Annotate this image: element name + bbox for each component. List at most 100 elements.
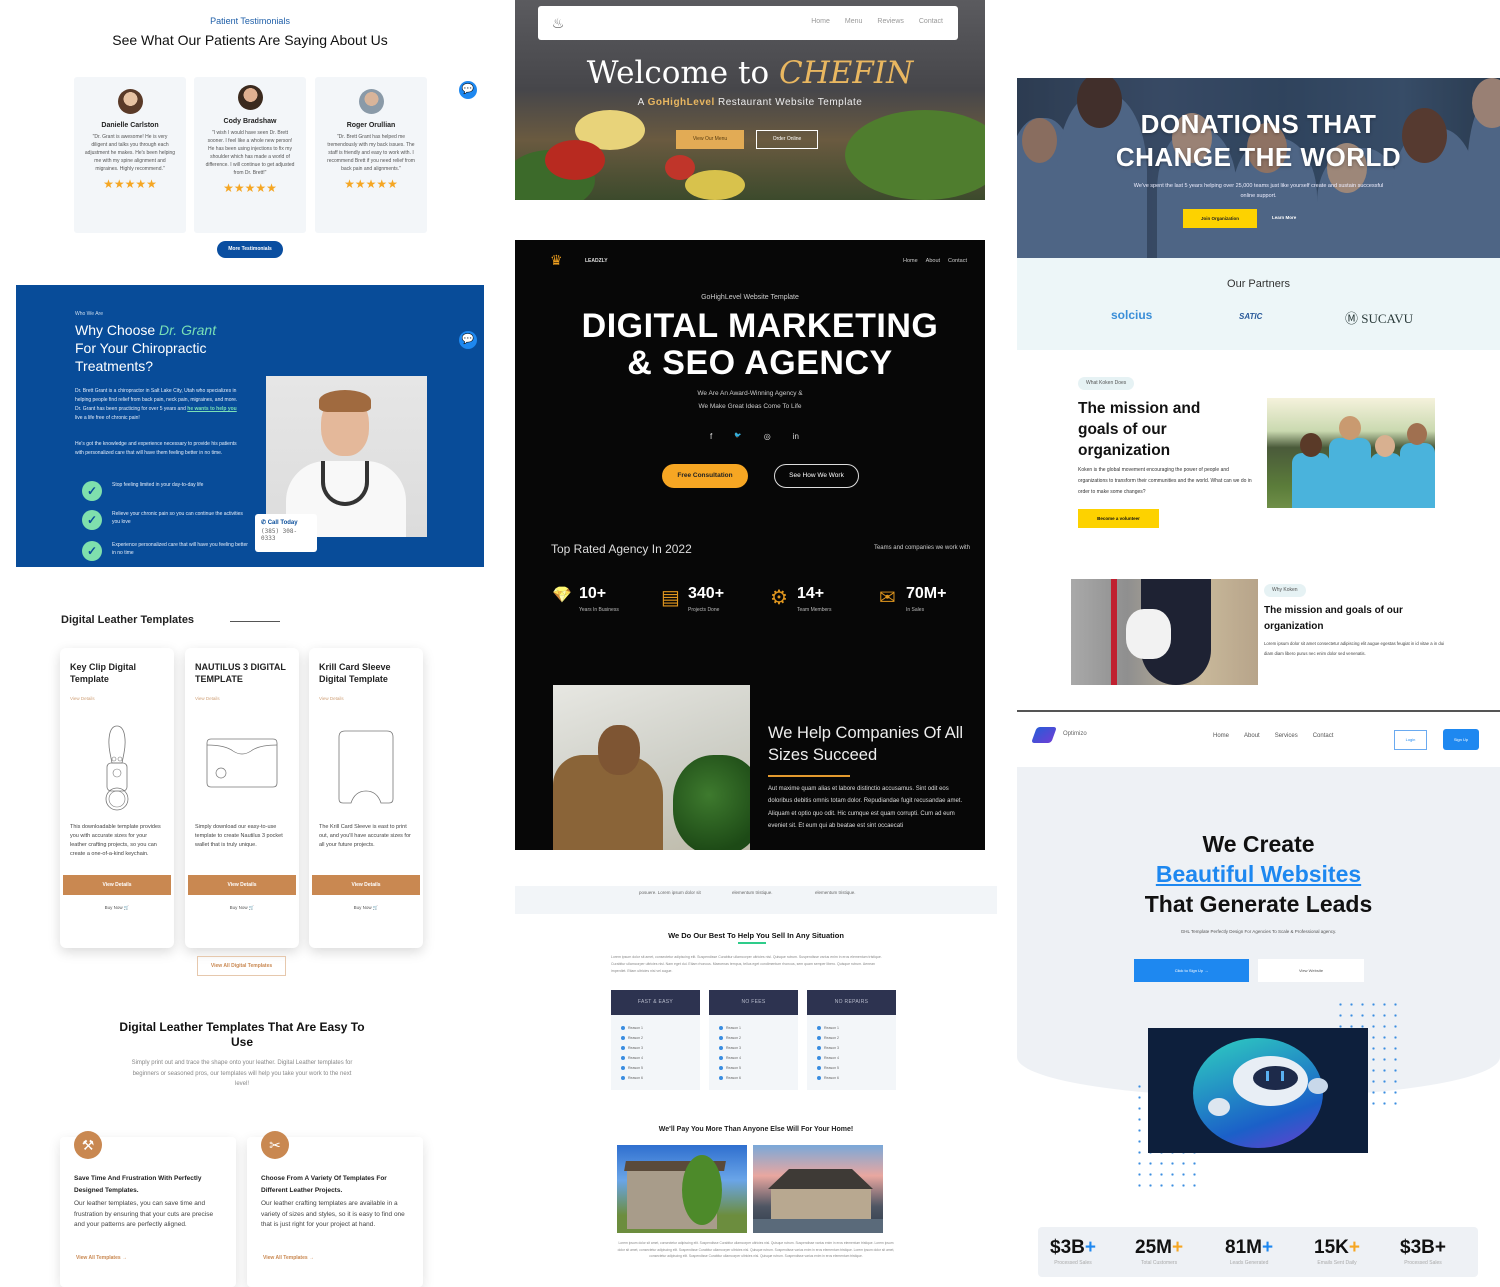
reason-text: Reason 5 <box>628 1066 643 1070</box>
plus-icon: + <box>1261 1237 1274 1258</box>
help-title: We Help Companies Of All Sizes Succeed <box>768 724 964 764</box>
stat-label: Projects Done <box>688 607 720 613</box>
view-details-button[interactable]: View Details <box>188 875 296 895</box>
brand-name[interactable]: LEADZLY <box>585 258 608 264</box>
tagline-line: We Make Great Ideas Come To Life <box>698 403 802 410</box>
stat-item: $3B+ Processed Sales <box>1050 1237 1096 1266</box>
view-website-button[interactable]: View Website <box>1258 959 1364 982</box>
free-consultation-button[interactable]: Free Consultation <box>662 464 748 488</box>
learn-more-link[interactable]: Learn More <box>1272 215 1296 220</box>
top-strip: posuere. Lorem ipsum dolor sit elementum… <box>515 886 997 914</box>
phone-icon: ✆ <box>261 520 267 526</box>
brand-name[interactable]: Optimizo <box>1063 731 1087 737</box>
hero-title: DONATIONS THAT CHANGE THE WORLD <box>1017 108 1500 174</box>
nav-home[interactable]: Home <box>903 258 918 264</box>
view-all-templates-button[interactable]: View All Digital Templates <box>197 956 286 976</box>
buy-now-link[interactable]: Buy Now 🛒 <box>60 905 174 911</box>
check-circle-icon <box>817 1036 821 1041</box>
view-menu-button[interactable]: View Our Menu <box>676 130 744 149</box>
view-details-button[interactable]: View Details <box>312 875 420 895</box>
call-today-card[interactable]: ✆ Call Today (385) 308-0333 <box>255 514 317 552</box>
view-all-templates-link[interactable]: View All Templates → <box>263 1255 314 1261</box>
strip-text: elementum tristique. <box>732 890 773 895</box>
login-button[interactable]: Login <box>1394 730 1427 750</box>
nav-about[interactable]: About <box>1244 733 1260 739</box>
become-volunteer-button[interactable]: Become a volunteer <box>1078 509 1159 528</box>
stat-item: 81M+ Leads Generated <box>1225 1237 1273 1266</box>
craftsman-icon: ⚒ <box>74 1131 102 1159</box>
benefit-text: Relieve your chronic pain so you can con… <box>112 511 243 525</box>
reason-text: Reason 3 <box>726 1046 741 1050</box>
more-testimonials-button[interactable]: More Testimonials <box>217 241 283 258</box>
product-title: NAUTILUS 3 DIGITAL TEMPLATE <box>195 662 286 684</box>
view-details-link[interactable]: View Details <box>319 696 344 701</box>
hero-subtitle: We've spent the last 5 years helping ove… <box>1133 183 1384 199</box>
reason-text: Reason 4 <box>824 1056 839 1060</box>
reason-item: Reason 6 <box>621 1075 700 1085</box>
nav-about[interactable]: About <box>926 258 940 264</box>
product-desc: Simply download our easy-to-use template… <box>195 824 283 848</box>
benefit-item: ✓ Stop feeling limited in your day-to-da… <box>82 481 252 503</box>
gear-icon: ⚙ <box>770 587 788 609</box>
chat-icon[interactable]: 💬 <box>459 331 477 349</box>
sub-text: Restaurant Website Template <box>714 97 863 108</box>
product-desc: This downloadable template provides you … <box>70 824 161 857</box>
chat-icon[interactable]: 💬 <box>459 81 477 99</box>
testimonial-quote: "Dr. Brett Grant has helped me tremendou… <box>327 134 415 172</box>
nav-contact[interactable]: Contact <box>919 18 943 25</box>
mission-desc-2: Lorem ipsum dolor sit amet consectetur a… <box>1264 641 1445 656</box>
facebook-icon[interactable]: f <box>710 432 712 441</box>
chef-hat-icon[interactable]: ♨ <box>548 13 568 33</box>
reason-item: Reason 5 <box>719 1065 798 1075</box>
navbar: ♨ Home Menu Reviews Contact <box>538 6 958 40</box>
nav-contact[interactable]: Contact <box>948 258 967 264</box>
phone-number[interactable]: (385) 308-0333 <box>261 528 311 542</box>
column-title: NO REPAIRS <box>807 990 896 1015</box>
nav-home[interactable]: Home <box>1213 733 1229 739</box>
hero-tagline: We Are An Award-Winning Agency & We Make … <box>515 387 985 413</box>
nav-menu[interactable]: Menu <box>845 18 863 25</box>
nav-services[interactable]: Services <box>1275 733 1298 739</box>
buy-now-link[interactable]: Buy Now 🛒 <box>185 905 299 911</box>
nav-reviews[interactable]: Reviews <box>877 18 903 25</box>
crown-logo-icon[interactable]: ♛ <box>550 252 563 269</box>
view-all-templates-link[interactable]: View All Templates → <box>76 1255 127 1261</box>
see-how-we-work-button[interactable]: See How We Work <box>774 464 859 488</box>
view-details-link[interactable]: View Details <box>70 696 95 701</box>
divider <box>230 621 280 622</box>
help-link[interactable]: he wants to help you <box>187 406 236 412</box>
stat-value: 81M <box>1225 1237 1262 1258</box>
robot-illustration[interactable] <box>1148 1028 1368 1153</box>
section-pill: Why Koken <box>1264 584 1306 597</box>
nav-home[interactable]: Home <box>811 18 830 25</box>
reason-text: Reason 5 <box>726 1066 741 1070</box>
join-organization-button[interactable]: Join Organization <box>1183 209 1257 228</box>
testimonial-quote: "I wish I would have seen Dr. Brett soon… <box>205 130 295 176</box>
nav-contact[interactable]: Contact <box>1313 733 1334 739</box>
plus-icon: + <box>1171 1237 1184 1258</box>
view-details-link[interactable]: View Details <box>195 696 220 701</box>
order-online-button[interactable]: Order Online <box>756 130 818 149</box>
testimonial-card: Roger Orullian "Dr. Brett Grant has help… <box>315 77 427 233</box>
teams-text: Teams and companies we work with <box>873 545 970 551</box>
star-rating: ★★★★★ <box>223 181 277 195</box>
check-circle-icon <box>719 1036 723 1041</box>
stat-label: Leads Generated <box>1229 1260 1269 1266</box>
linkedin-icon[interactable]: in <box>793 432 799 441</box>
signup-button[interactable]: Sign Up <box>1443 729 1479 750</box>
view-details-button[interactable]: View Details <box>63 875 171 895</box>
check-circle-icon <box>817 1056 821 1061</box>
para-text: live a life free of chronic pain! <box>75 415 140 421</box>
instagram-icon[interactable]: ◎ <box>764 432 771 441</box>
testimonials-title: See What Our Patients Are Saying About U… <box>112 32 388 48</box>
key-clip-drawing-icon <box>105 725 129 811</box>
optimizo-logo-icon[interactable] <box>1031 727 1057 743</box>
click-to-sign-up-button[interactable]: Click to Sign Up → <box>1134 959 1249 982</box>
card-sleeve-drawing-icon <box>338 730 394 804</box>
buy-now-link[interactable]: Buy Now 🛒 <box>309 905 423 911</box>
section-heading-2: We'll Pay You More Than Anyone Else Will… <box>658 1126 854 1133</box>
section-pill: What Koken Does <box>1078 377 1135 390</box>
twitter-icon[interactable]: 🐦 <box>734 432 741 441</box>
plus-icon: + <box>1348 1237 1360 1258</box>
reason-text: Reason 1 <box>726 1026 741 1030</box>
